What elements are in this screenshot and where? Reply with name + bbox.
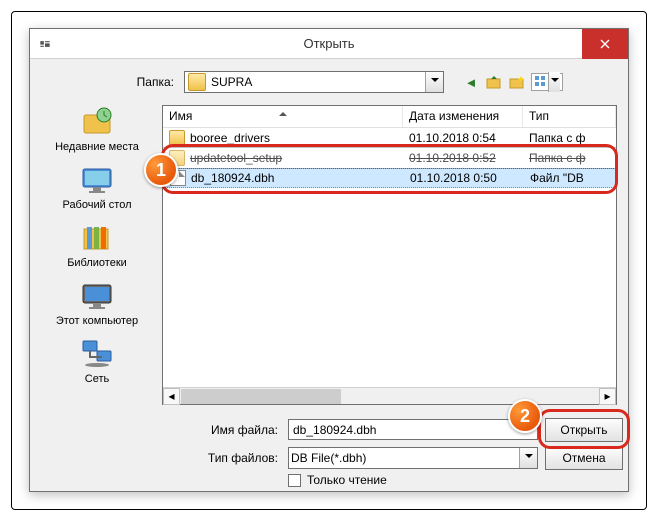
readonly-checkbox[interactable]: Только чтение xyxy=(288,473,387,487)
close-button[interactable] xyxy=(582,29,628,59)
back-icon[interactable]: ◄ xyxy=(462,73,480,91)
places-bar: Недавние места Рабочий стол Библиотеки Э… xyxy=(42,105,152,395)
folder-label: Папка: xyxy=(130,75,178,89)
horizontal-scrollbar[interactable]: ◂ ▸ xyxy=(163,387,616,404)
view-menu[interactable] xyxy=(531,73,563,91)
app-icon xyxy=(38,37,52,51)
new-folder-icon[interactable] xyxy=(508,73,526,91)
file-date: 01.10.2018 0:50 xyxy=(404,171,524,185)
col-name[interactable]: Имя xyxy=(163,106,403,127)
badge-1: 1 xyxy=(144,153,178,187)
file-name: booree_drivers xyxy=(190,131,270,145)
column-headers[interactable]: Имя Дата изменения Тип xyxy=(163,106,616,128)
libraries-icon xyxy=(80,221,114,255)
col-date[interactable]: Дата изменения xyxy=(403,106,523,127)
place-network[interactable]: Сеть xyxy=(42,337,152,385)
recent-icon xyxy=(80,105,114,139)
chevron-down-icon[interactable] xyxy=(425,72,443,92)
computer-icon xyxy=(80,279,114,313)
folder-icon xyxy=(169,130,185,146)
filename-label: Имя файла: xyxy=(194,423,282,437)
file-date: 01.10.2018 0:54 xyxy=(403,131,523,145)
folder-icon xyxy=(188,73,206,91)
place-label: Сеть xyxy=(85,373,109,385)
desktop-icon xyxy=(80,163,114,197)
place-recent[interactable]: Недавние места xyxy=(42,105,152,153)
folder-combo[interactable]: SUPRA xyxy=(184,71,444,93)
scroll-thumb[interactable] xyxy=(181,389,341,404)
scroll-right-icon[interactable]: ▸ xyxy=(599,388,616,405)
filename-input[interactable] xyxy=(288,419,538,440)
titlebar: Открыть xyxy=(30,29,628,59)
place-label: Недавние места xyxy=(55,141,139,153)
file-type: Файл "DB xyxy=(524,171,615,185)
folder-value: SUPRA xyxy=(209,75,425,89)
scroll-left-icon[interactable]: ◂ xyxy=(163,388,180,405)
cancel-button[interactable]: Отмена xyxy=(545,446,623,470)
readonly-label: Только чтение xyxy=(307,473,387,487)
place-desktop[interactable]: Рабочий стол xyxy=(42,163,152,211)
place-computer[interactable]: Этот компьютер xyxy=(42,279,152,327)
file-name: db_180924.dbh xyxy=(191,171,274,185)
dialog-title: Открыть xyxy=(303,36,354,51)
col-type[interactable]: Тип xyxy=(523,106,616,127)
filetype-value: DB File(*.dbh) xyxy=(289,451,519,465)
badge-2: 2 xyxy=(508,399,542,433)
place-label: Рабочий стол xyxy=(62,199,131,211)
checkbox-icon[interactable] xyxy=(288,474,301,487)
file-type: Папка с ф xyxy=(523,131,616,145)
up-icon[interactable] xyxy=(485,73,503,91)
file-list[interactable]: Имя Дата изменения Тип booree_drivers 01… xyxy=(162,105,617,405)
chevron-down-icon[interactable] xyxy=(519,448,537,468)
place-label: Этот компьютер xyxy=(56,315,138,327)
place-label: Библиотеки xyxy=(67,257,127,269)
filetype-label: Тип файлов: xyxy=(194,451,282,465)
network-icon xyxy=(80,337,114,371)
open-dialog: Открыть Папка: SUPRA ◄ Недавние мес xyxy=(29,28,629,492)
list-item-selected[interactable]: db_180924.dbh 01.10.2018 0:50 Файл "DB xyxy=(163,168,616,188)
open-button[interactable]: Открыть xyxy=(545,418,623,442)
place-libraries[interactable]: Библиотеки xyxy=(42,221,152,269)
filetype-combo[interactable]: DB File(*.dbh) xyxy=(288,447,538,469)
list-item[interactable]: booree_drivers 01.10.2018 0:54 Папка с ф xyxy=(163,128,616,148)
